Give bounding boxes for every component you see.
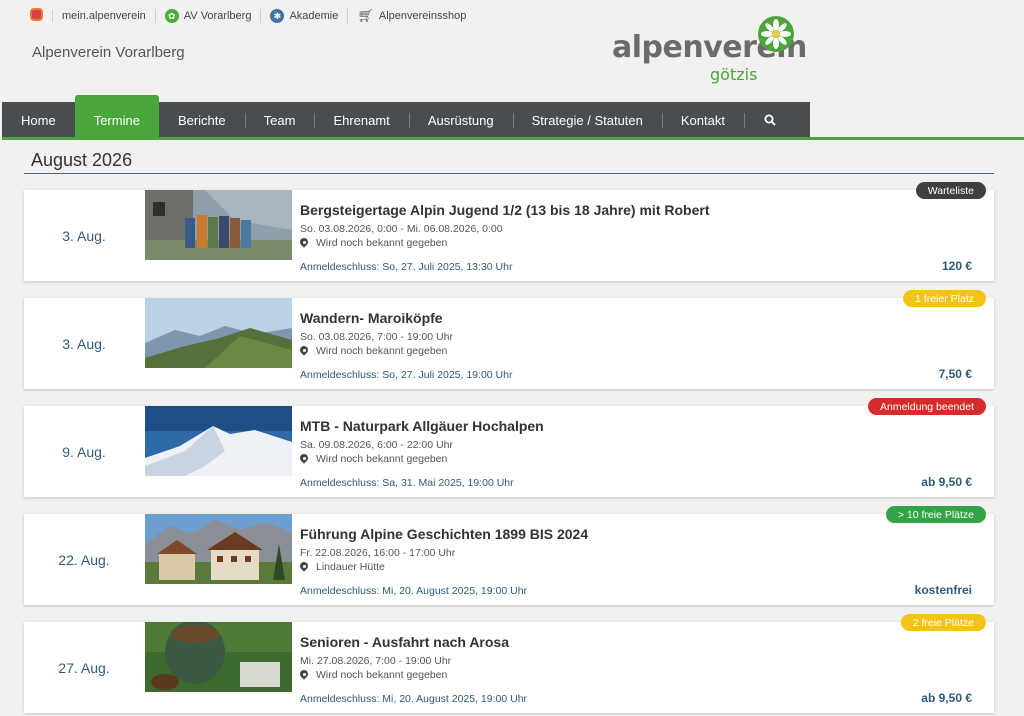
event-location: Wird noch bekannt gegeben <box>300 345 447 357</box>
site-title: Alpenverein Vorarlberg <box>32 44 185 61</box>
nav-ehrenamt[interactable]: Ehrenamt <box>314 102 408 138</box>
cart-icon: 🛒︎ <box>357 8 374 23</box>
event-time: So. 03.08.2026, 7:00 - 19:00 Uhr <box>300 331 453 343</box>
event-deadline: Anmeldeschluss: Mi, 20. August 2025, 19:… <box>300 585 528 597</box>
akademie-label: Akademie <box>289 10 339 22</box>
event-price: 7,50 € <box>938 367 972 381</box>
event-price: ab 9,50 € <box>921 691 972 705</box>
map-pin-icon <box>300 562 308 572</box>
event-location-label: Wird noch bekannt gegeben <box>316 669 448 681</box>
event-price: 120 € <box>941 259 972 273</box>
nav-team[interactable]: Team <box>244 102 315 138</box>
mein-alpenverein-label: mein.alpenverein <box>62 10 146 22</box>
status-badge: 2 freie Plätze <box>900 614 986 631</box>
map-pin-icon <box>300 454 308 464</box>
event-card[interactable]: 22. Aug. Führung Alpine Geschichten 1899… <box>24 506 994 605</box>
event-price: kostenfrei <box>914 583 972 597</box>
event-deadline: Anmeldeschluss: Mi, 20. August 2025, 19:… <box>300 693 528 705</box>
edelweiss-icon: ✿ <box>164 9 179 23</box>
nav-kontakt[interactable]: Kontakt <box>661 102 744 138</box>
event-card[interactable]: 3. Aug. Bergsteigertage Alpin Jugend 1/2… <box>24 182 994 281</box>
shop-link[interactable]: 🛒︎ Alpenvereinsshop <box>347 8 475 24</box>
nav-strategie[interactable]: Strategie / Statuten <box>512 102 662 138</box>
nav-team-label: Team <box>263 112 296 128</box>
event-date: 9. Aug. <box>62 443 106 460</box>
event-title[interactable]: Senioren - Ausfahrt nach Arosa <box>300 634 509 650</box>
edelweiss-logo-icon <box>758 16 794 52</box>
nav-search-button[interactable] <box>743 102 796 138</box>
status-badge: Warteliste <box>915 182 986 199</box>
event-image[interactable] <box>145 298 292 368</box>
nav-berichte-label: Berichte <box>177 112 226 128</box>
event-location-label: Wird noch bekannt gegeben <box>316 237 448 249</box>
event-location: Lindauer Hütte <box>300 561 385 573</box>
event-title[interactable]: Bergsteigertage Alpin Jugend 1/2 (13 bis… <box>300 202 709 218</box>
event-title[interactable]: Führung Alpine Geschichten 1899 BIS 2024 <box>300 526 588 542</box>
event-time: Mi. 27.08.2026, 7:00 - 19:00 Uhr <box>300 655 452 667</box>
event-price: ab 9,50 € <box>921 475 972 489</box>
event-deadline: Anmeldeschluss: So, 27. Juli 2025, 13:30… <box>300 261 513 273</box>
nav-strategie-label: Strategie / Statuten <box>531 112 643 128</box>
event-date: 3. Aug. <box>62 227 106 244</box>
nav-kontakt-label: Kontakt <box>680 112 725 128</box>
nav-home-label: Home <box>21 112 56 128</box>
akademie-icon: ✱ <box>270 9 285 23</box>
event-time: So. 03.08.2026, 0:00 - Mi. 06.08.2026, 0… <box>300 223 503 235</box>
nav-home[interactable]: Home <box>2 102 75 138</box>
event-time: Fr. 22.08.2026, 16:00 - 17:00 Uhr <box>300 547 456 559</box>
event-title[interactable]: Wandern- Maroiköpfe <box>300 310 443 326</box>
map-pin-icon <box>300 346 308 356</box>
shop-label: Alpenvereinsshop <box>378 10 467 22</box>
search-icon <box>764 114 776 126</box>
event-location-label: Wird noch bekannt gegeben <box>316 453 448 465</box>
utility-bar: mein.alpenverein ✿ AV Vorarlberg ✱ Akade… <box>30 6 475 26</box>
nav-ausruestung-label: Ausrüstung <box>427 112 494 128</box>
alpenverein-logo[interactable]: alpenverein götzis <box>612 16 807 86</box>
mein-alpenverein-link[interactable]: mein.alpenverein <box>52 10 155 22</box>
event-deadline: Anmeldeschluss: So, 27. Juli 2025, 19:00… <box>300 369 513 381</box>
instagram-icon <box>30 8 43 21</box>
status-badge: > 10 freie Plätze <box>885 506 986 523</box>
nav-termine-label: Termine <box>93 112 140 128</box>
event-deadline: Anmeldeschluss: Sa, 31. Mai 2025, 19:00 … <box>300 477 514 489</box>
nav-ausruestung[interactable]: Ausrüstung <box>408 102 513 138</box>
instagram-link[interactable] <box>30 8 52 24</box>
event-card[interactable]: 9. Aug. MTB - Naturpark Allgäuer Hochalp… <box>24 398 994 497</box>
logo-subtitle: götzis <box>710 65 758 84</box>
event-card[interactable]: 3. Aug. Wandern- Maroiköpfe So. 03.08.20… <box>24 290 994 389</box>
event-time: Sa. 09.08.2026, 6:00 - 22:00 Uhr <box>300 439 453 451</box>
event-location: Wird noch bekannt gegeben <box>300 237 447 249</box>
akademie-link[interactable]: ✱ Akademie <box>260 9 347 23</box>
event-location-label: Lindauer Hütte <box>316 561 385 573</box>
map-pin-icon <box>300 670 308 680</box>
nav-berichte[interactable]: Berichte <box>159 102 245 138</box>
event-card[interactable]: 27. Aug. Senioren - Ausfahrt nach Arosa … <box>24 614 994 713</box>
month-divider <box>24 173 994 174</box>
event-image[interactable] <box>145 622 292 692</box>
event-title[interactable]: MTB - Naturpark Allgäuer Hochalpen <box>300 418 544 434</box>
status-badge: Anmeldung beendet <box>868 398 986 415</box>
event-image[interactable] <box>145 514 292 584</box>
event-date: 22. Aug. <box>58 551 110 568</box>
nav-underline <box>2 137 1024 140</box>
av-vorarlberg-label: AV Vorarlberg <box>183 10 252 22</box>
status-badge: 1 freier Platz <box>903 290 986 307</box>
event-location: Wird noch bekannt gegeben <box>300 453 447 465</box>
event-date: 27. Aug. <box>58 659 110 676</box>
event-image[interactable] <box>145 190 292 260</box>
nav-termine[interactable]: Termine <box>74 95 159 138</box>
main-nav: Home Termine Berichte Team Ehrenamt Ausr… <box>2 95 810 138</box>
event-location: Wird noch bekannt gegeben <box>300 669 447 681</box>
av-vorarlberg-link[interactable]: ✿ AV Vorarlberg <box>154 9 261 23</box>
event-date: 3. Aug. <box>62 335 106 352</box>
event-location-label: Wird noch bekannt gegeben <box>316 345 448 357</box>
month-heading: August 2026 <box>31 150 133 170</box>
map-pin-icon <box>300 238 308 248</box>
event-image[interactable] <box>145 406 292 476</box>
nav-ehrenamt-label: Ehrenamt <box>333 112 390 128</box>
